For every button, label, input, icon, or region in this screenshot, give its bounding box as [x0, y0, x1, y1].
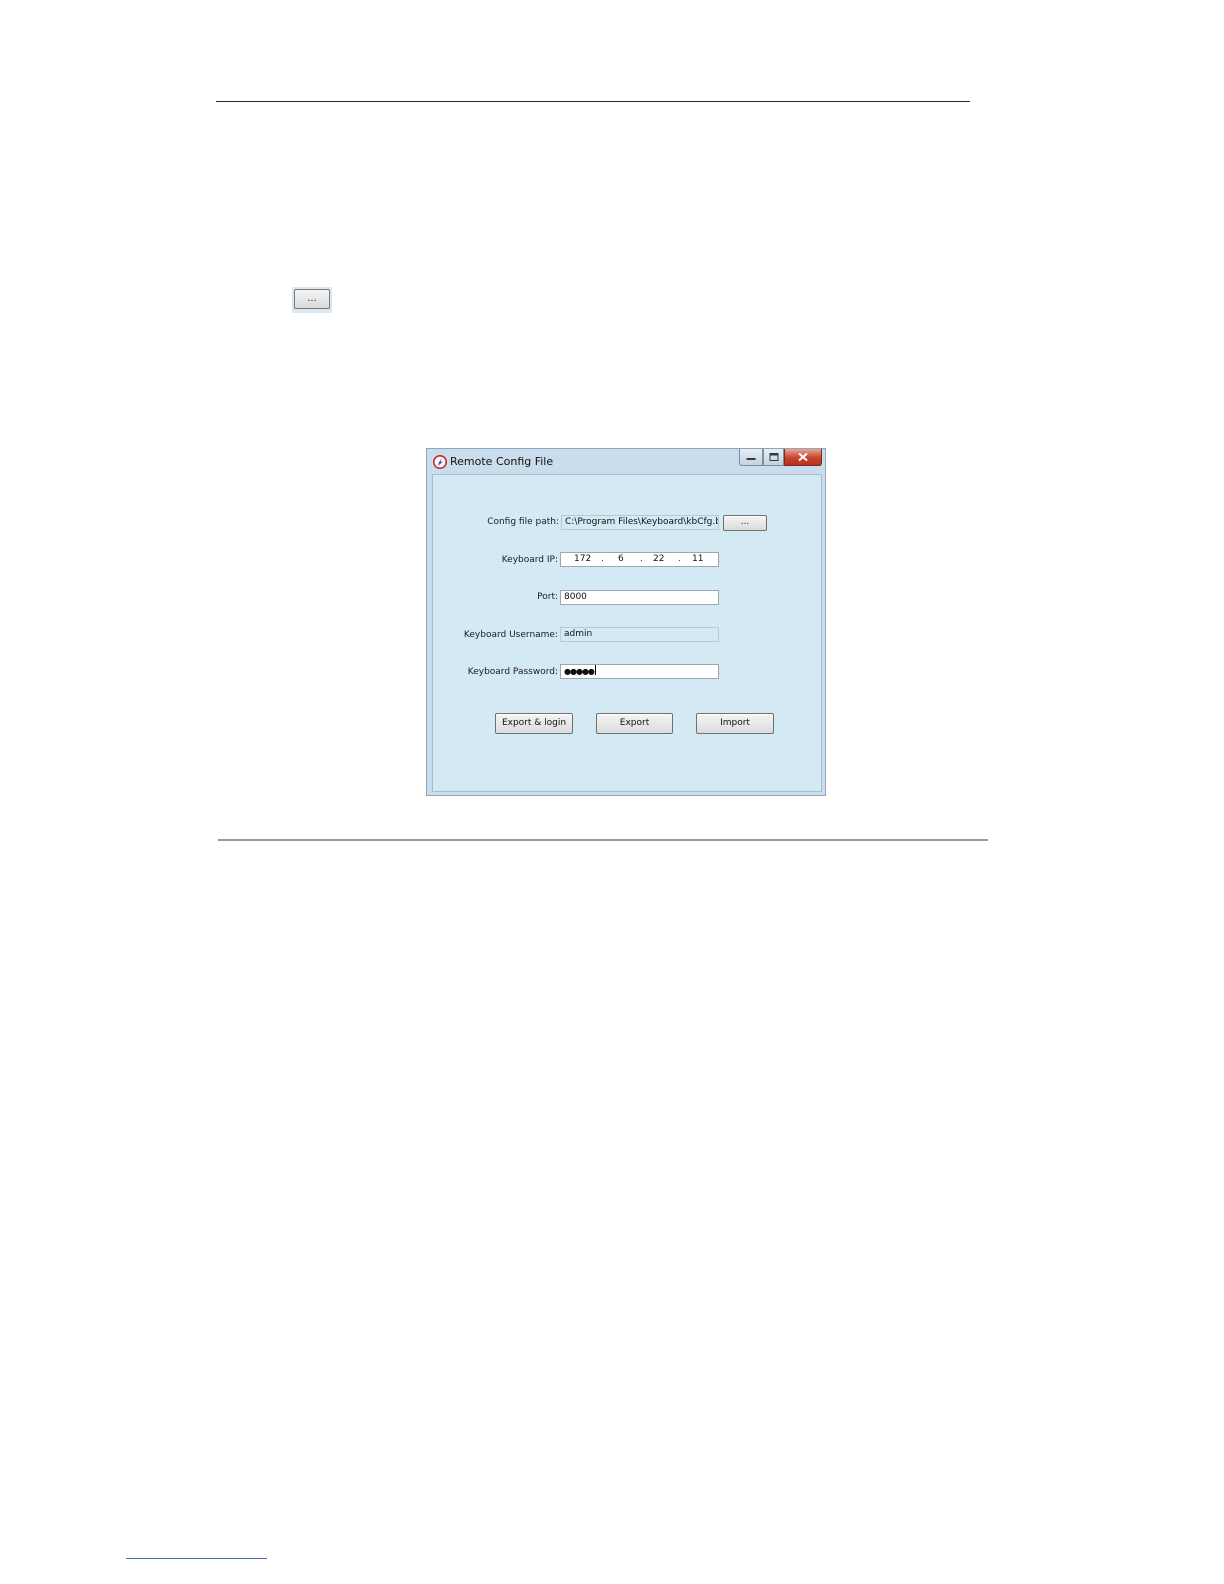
keyboard-password-field[interactable]: ●●●●●: [560, 664, 719, 679]
import-button[interactable]: Import: [696, 713, 774, 734]
ip-separator: .: [640, 554, 643, 564]
app-logo-icon: [433, 455, 447, 469]
minimize-button[interactable]: [739, 449, 763, 466]
config-file-path-field[interactable]: C:\Program Files\Keyboard\kbCfg.bin: [561, 515, 719, 530]
header-rule: [216, 101, 970, 102]
browse-button[interactable]: ...: [723, 515, 767, 531]
ip-octet-1[interactable]: 172: [574, 553, 591, 566]
text-caret: [594, 665, 596, 675]
ip-octet-3[interactable]: 22: [653, 553, 664, 566]
dialog-title: Remote Config File: [450, 455, 554, 468]
section-rule: [218, 839, 988, 841]
ip-separator: .: [601, 554, 604, 564]
browse-button-illustration[interactable]: ...: [292, 287, 332, 313]
keyboard-username-field[interactable]: admin: [560, 627, 719, 642]
port-label: Port:: [537, 592, 558, 602]
ip-separator: .: [678, 554, 681, 564]
password-mask: ●●●●●: [564, 667, 595, 676]
dialog-client-area: Config file path: C:\Program Files\Keybo…: [432, 474, 822, 792]
ip-octet-2[interactable]: 6: [618, 553, 624, 566]
footnote-rule: [126, 1558, 267, 1559]
config-file-path-label: Config file path:: [487, 517, 559, 527]
dialog-titlebar[interactable]: Remote Config File: [427, 449, 825, 474]
keyboard-password-label: Keyboard Password:: [467, 667, 558, 677]
export-button[interactable]: Export: [596, 713, 673, 734]
keyboard-ip-label: Keyboard IP:: [501, 555, 558, 565]
ip-octet-4[interactable]: 11: [692, 553, 703, 566]
remote-config-dialog: Remote Config File Config file path: C:\…: [426, 448, 826, 796]
port-field[interactable]: 8000: [560, 590, 719, 605]
minimize-icon: [746, 458, 756, 460]
keyboard-ip-field[interactable]: 172 . 6 . 22 . 11: [560, 552, 719, 567]
close-icon: [798, 452, 808, 462]
maximize-button[interactable]: [763, 449, 784, 466]
browse-button-label: ...: [294, 289, 330, 309]
keyboard-username-label: Keyboard Username:: [463, 630, 558, 640]
close-button[interactable]: [784, 449, 822, 466]
maximize-icon: [769, 453, 778, 461]
export-login-button[interactable]: Export & login: [495, 713, 573, 734]
